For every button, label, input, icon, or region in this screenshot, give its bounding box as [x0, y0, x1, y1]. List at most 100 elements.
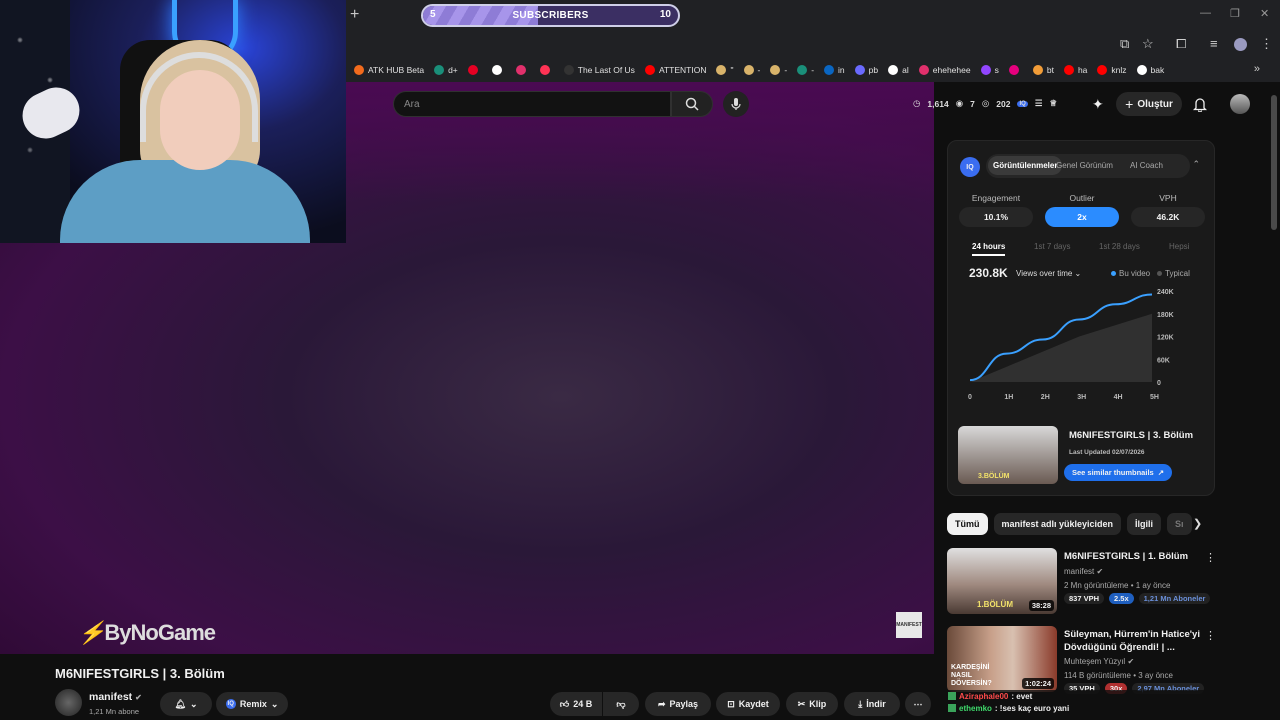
chip-all[interactable]: Tümü: [947, 513, 988, 535]
more-horizontal-icon: ⋯: [913, 698, 923, 709]
y-tick-label: 0: [1157, 380, 1161, 387]
bookmark-label: bak: [1150, 65, 1165, 75]
bookmark-item[interactable]: [1008, 65, 1023, 75]
bookmark-item[interactable]: ehehehee: [918, 65, 971, 75]
legend-typical: Typical: [1157, 269, 1190, 278]
tab-search-icon[interactable]: ≡: [1210, 36, 1218, 51]
iq-tab-views[interactable]: Görüntülenmeler: [988, 156, 1063, 175]
chevron-right-icon[interactable]: ❯: [1193, 517, 1202, 530]
bookmark-item[interactable]: d+: [434, 65, 458, 75]
bookmark-favicon-icon: [797, 65, 808, 75]
list-icon[interactable]: ☰: [1035, 98, 1043, 109]
menu-icon[interactable]: ⋮: [1260, 36, 1273, 52]
bookmark-favicon-icon: [1063, 65, 1074, 75]
chevron-down-icon: ⌄: [189, 698, 198, 709]
notifications-button[interactable]: [1193, 92, 1207, 116]
account-avatar[interactable]: [1230, 94, 1250, 114]
search-input[interactable]: Ara: [393, 91, 671, 117]
chevron-down-icon: ⌄: [270, 698, 279, 709]
share-icon: ➦: [657, 698, 666, 709]
bookmark-item[interactable]: [491, 65, 506, 75]
range-all[interactable]: Hepsi: [1169, 242, 1189, 251]
bookmark-item[interactable]: ha: [1063, 65, 1087, 75]
collapse-icon[interactable]: ⌃: [1192, 159, 1200, 170]
bookmark-item[interactable]: [539, 65, 554, 75]
bookmark-item[interactable]: knlz: [1097, 65, 1127, 75]
bookmark-label: -: [784, 65, 788, 75]
related-title[interactable]: M6NIFESTGIRLS | 1. Bölüm: [1064, 550, 1204, 563]
vph-badge: 837 VPH: [1064, 593, 1105, 604]
dislike-button[interactable]: 👎︎: [603, 692, 639, 716]
related-video-1[interactable]: 1.BÖLÜM 38:28 M6NIFESTGIRLS | 1. Bölüm m…: [947, 548, 1227, 616]
bookmark-item[interactable]: ATTENTION: [644, 65, 706, 75]
related-channel[interactable]: manifest ✔: [1064, 567, 1103, 576]
bookmark-item[interactable]: al: [888, 65, 909, 75]
star-icon[interactable]: ☆: [1142, 36, 1154, 52]
page-scrollbar[interactable]: [1271, 95, 1277, 230]
bookmark-item[interactable]: ": [716, 65, 734, 75]
more-bookmarks-icon[interactable]: »: [1254, 63, 1260, 75]
more-options-icon[interactable]: ⋮: [1205, 551, 1216, 564]
channel-watermark[interactable]: MANIFEST: [896, 612, 922, 638]
brand-icon-button[interactable]: ✦: [1092, 92, 1104, 116]
range-28d[interactable]: 1st 28 days: [1099, 242, 1140, 251]
bookmark-favicon-icon: [918, 65, 929, 75]
bookmark-item[interactable]: -: [743, 65, 760, 75]
view-icon: ◎: [981, 98, 990, 108]
y-tick-label: 60K: [1157, 357, 1170, 364]
related-title[interactable]: Süleyman, Hürrem'in Hatice'yi Dövdüğünü …: [1064, 628, 1204, 654]
profile-icon[interactable]: [1234, 38, 1247, 51]
more-actions-button[interactable]: ⋯: [905, 692, 931, 716]
save-button[interactable]: ⊡ Kaydet: [716, 692, 780, 716]
more-options-icon[interactable]: ⋮: [1205, 629, 1216, 642]
like-button[interactable]: 👍︎ 24 B: [550, 692, 602, 716]
related-channel[interactable]: Muhteşem Yüzyıl ✔: [1064, 657, 1134, 666]
trophy-icon[interactable]: ♕: [1049, 98, 1057, 109]
chip-related[interactable]: İlgili: [1127, 513, 1162, 535]
bookmark-item[interactable]: -: [770, 65, 787, 75]
related-thumbnail[interactable]: KARDEŞİNİ NASIL DÖVERSİN? 1:02:24: [947, 626, 1057, 692]
iq-icon[interactable]: IQ: [1017, 100, 1028, 107]
bookmark-item[interactable]: [515, 65, 530, 75]
bookmark-item[interactable]: -: [797, 65, 814, 75]
bookmark-item[interactable]: s: [980, 65, 999, 75]
chip-from-uploader[interactable]: manifest adlı yükleyiciden: [993, 513, 1122, 535]
chip-more[interactable]: Sı: [1167, 513, 1192, 535]
legend-this-label: Bu video: [1119, 269, 1151, 278]
search-button[interactable]: [671, 91, 713, 117]
views-over-time-dropdown[interactable]: Views over time ⌄: [1016, 269, 1081, 278]
bookmark-item[interactable]: ATK HUB Beta: [354, 65, 424, 75]
bookmark-item[interactable]: bak: [1136, 65, 1165, 75]
see-similar-thumbnails-button[interactable]: See similar thumbnails ↗: [1064, 464, 1172, 481]
channel-avatar[interactable]: [55, 689, 82, 716]
create-button[interactable]: + Oluştur: [1116, 92, 1182, 116]
bookmark-item[interactable]: The Last Of Us: [563, 65, 635, 75]
range-24h[interactable]: 24 hours: [972, 242, 1006, 256]
new-tab-icon[interactable]: +: [350, 6, 359, 24]
clip-label: Klip: [809, 699, 827, 709]
webcam-overlay: [0, 0, 346, 243]
iq-icon: IQ: [225, 699, 236, 709]
remix-button[interactable]: IQ Remix ⌄: [216, 692, 288, 716]
bookmark-item[interactable]: pb: [854, 65, 878, 75]
iq-tab-overview[interactable]: Genel Görünüm: [1056, 161, 1113, 170]
channel-name[interactable]: manifest ✔: [89, 691, 142, 703]
cast-icon[interactable]: ⧉: [1120, 36, 1129, 52]
subscribe-bell-button[interactable]: 🔔︎ ⌄: [160, 692, 212, 716]
minimize-icon[interactable]: —: [1200, 7, 1211, 19]
clip-button[interactable]: ✂ Klip: [786, 692, 838, 716]
close-icon[interactable]: ✕: [1260, 7, 1269, 20]
bookmark-item[interactable]: in: [824, 65, 845, 75]
download-button[interactable]: ⤓ İndir: [844, 692, 900, 716]
extensions-icon[interactable]: ⧠: [1176, 36, 1186, 52]
maximize-icon[interactable]: ❐: [1230, 7, 1240, 20]
voice-search-button[interactable]: [723, 91, 749, 117]
iq-tab-ai-coach[interactable]: AI Coach: [1130, 161, 1163, 170]
related-thumbnail[interactable]: 1.BÖLÜM 38:28: [947, 548, 1057, 614]
range-7d[interactable]: 1st 7 days: [1034, 242, 1070, 251]
share-button[interactable]: ➦ Paylaş: [645, 692, 711, 716]
bookmark-item[interactable]: [467, 65, 482, 75]
related-video-2[interactable]: KARDEŞİNİ NASIL DÖVERSİN? 1:02:24 Süleym…: [947, 626, 1227, 694]
iq-thumbnail[interactable]: 3.BÖLÜM: [958, 426, 1058, 484]
bookmark-item[interactable]: bt: [1032, 65, 1054, 75]
